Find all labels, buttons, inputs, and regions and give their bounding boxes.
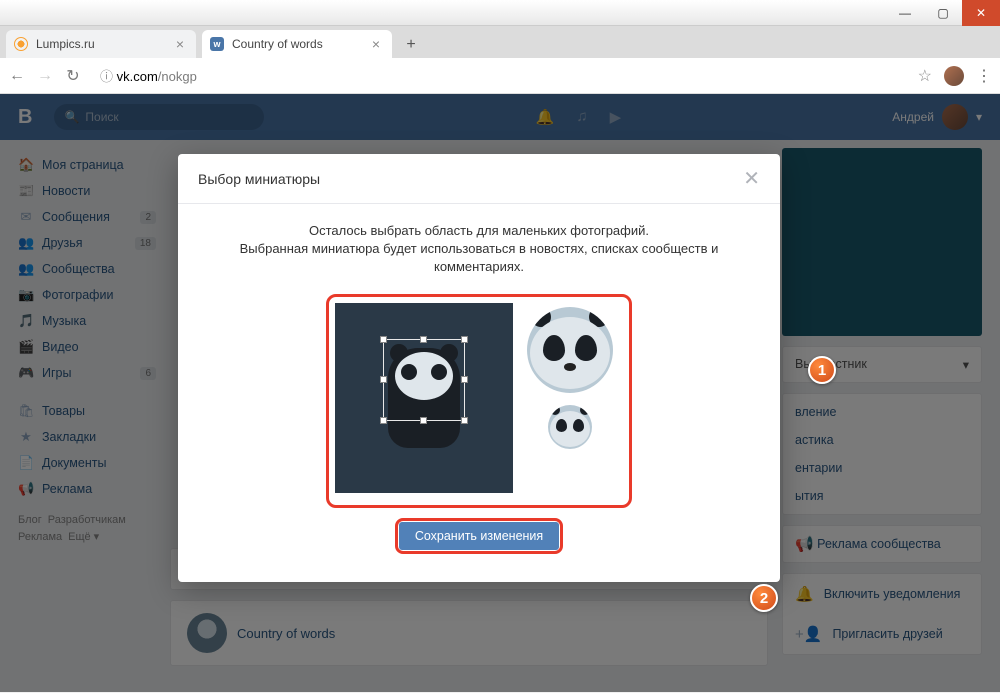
tab-close-icon[interactable]: × — [368, 36, 384, 52]
crop-handle[interactable] — [380, 336, 387, 343]
thumbnail-previews — [527, 303, 613, 499]
nav-back-icon[interactable]: ← — [8, 67, 26, 85]
modal-text-line1: Осталось выбрать область для маленьких ф… — [214, 222, 744, 240]
crop-handle[interactable] — [380, 376, 387, 383]
window-maximize[interactable]: ▢ — [924, 0, 962, 26]
new-tab-button[interactable]: + — [398, 36, 424, 58]
nav-reload-icon[interactable]: ↻ — [64, 66, 82, 86]
modal-close-icon[interactable]: ✕ — [743, 166, 760, 191]
favicon-vk: w — [210, 37, 224, 51]
tabs-bar: Lumpics.ru × w Country of words × + — [0, 26, 1000, 58]
page-content: В 🔍 Поиск 🔔 ♫ ▶ Андрей ▾ 🏠Моя страница 📰… — [0, 94, 1000, 692]
favicon-lumpics — [14, 37, 28, 51]
window-minimize[interactable]: — — [886, 0, 924, 26]
thumbnail-modal: Выбор миниатюры ✕ Осталось выбрать облас… — [178, 154, 780, 582]
tab-vk[interactable]: w Country of words × — [202, 30, 392, 58]
modal-text-line2: Выбранная миниатюра будет использоваться… — [214, 240, 744, 276]
tab-title: Country of words — [232, 37, 368, 51]
tab-lumpics[interactable]: Lumpics.ru × — [6, 30, 196, 58]
preview-large — [527, 307, 613, 393]
tab-title: Lumpics.ru — [36, 37, 172, 51]
browser-menu-icon[interactable]: ⋮ — [976, 66, 992, 86]
thumbnail-crop-area — [326, 294, 632, 508]
crop-handle[interactable] — [420, 336, 427, 343]
modal-title: Выбор миниатюры — [198, 171, 320, 187]
tab-close-icon[interactable]: × — [172, 36, 188, 52]
callout-marker-1: 1 — [808, 356, 836, 384]
url-field[interactable]: ⓘ vk.com/nokgp — [92, 66, 908, 85]
window-titlebar: — ▢ ✕ — [0, 0, 1000, 26]
crop-selection[interactable] — [383, 339, 465, 421]
crop-handle[interactable] — [420, 417, 427, 424]
nav-forward-icon: → — [36, 67, 54, 85]
bookmark-star-icon[interactable]: ☆ — [918, 66, 932, 86]
preview-small — [548, 405, 592, 449]
crop-handle[interactable] — [461, 376, 468, 383]
modal-header: Выбор миниатюры ✕ — [178, 154, 780, 204]
window-close[interactable]: ✕ — [962, 0, 1000, 26]
crop-handle[interactable] — [380, 417, 387, 424]
crop-source-image[interactable] — [335, 303, 513, 493]
address-bar: ← → ↻ ⓘ vk.com/nokgp ☆ ⋮ — [0, 58, 1000, 94]
crop-handle[interactable] — [461, 336, 468, 343]
crop-handle[interactable] — [461, 417, 468, 424]
profile-avatar-icon[interactable] — [944, 66, 964, 86]
save-button[interactable]: Сохранить изменения — [399, 522, 559, 550]
callout-marker-2: 2 — [750, 584, 778, 612]
